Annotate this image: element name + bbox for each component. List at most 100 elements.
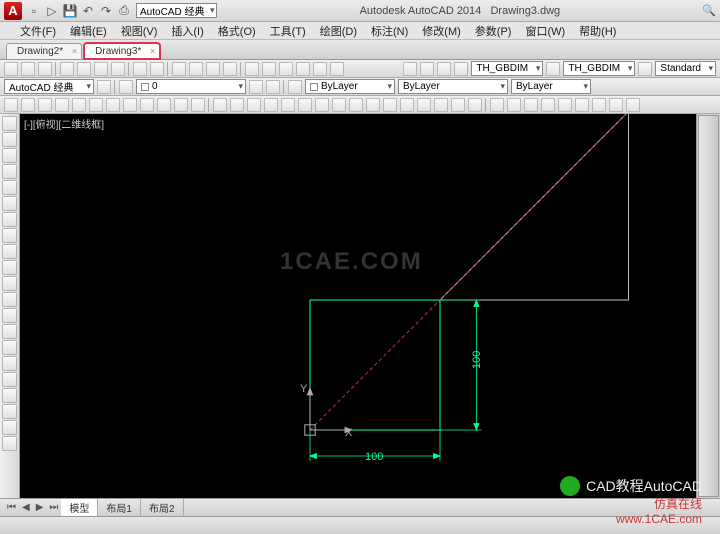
block-button[interactable] [157,98,171,112]
workspace-settings-button[interactable] [97,80,111,94]
undo-button[interactable] [133,62,147,76]
menu-view[interactable]: 视图(V) [115,23,164,39]
offset-button[interactable] [264,98,278,112]
dim-aligned-button[interactable] [420,62,434,76]
tab-prev-icon[interactable]: ◀ [19,502,33,513]
rectangle-tool[interactable] [2,180,17,195]
ellipse-arc-tool[interactable] [2,276,17,291]
rectangle-button[interactable] [72,98,86,112]
text-button[interactable] [638,62,652,76]
chamfer-button[interactable] [434,98,448,112]
point-tool[interactable] [2,324,17,339]
doc-tab-drawing2[interactable]: Drawing2* × [6,43,82,59]
menu-draw[interactable]: 绘图(D) [314,23,363,39]
cut-button[interactable] [60,62,74,76]
osnap-nea-button[interactable] [592,98,606,112]
save-icon[interactable]: 💾 [62,3,78,19]
hatch-tool[interactable] [2,340,17,355]
print-icon[interactable]: ⎙ [116,3,132,19]
polyline-button[interactable] [21,98,35,112]
workspace-combo[interactable]: AutoCAD 经典 [4,79,94,94]
table-button[interactable] [174,98,188,112]
ellipse-tool[interactable] [2,260,17,275]
spline-tool[interactable] [2,244,17,259]
menu-parametric[interactable]: 参数(P) [469,23,518,39]
menu-window[interactable]: 窗口(W) [519,23,571,39]
circle-button[interactable] [38,98,52,112]
mirror-button[interactable] [247,98,261,112]
search-icon[interactable]: 🔍 [702,4,716,17]
zoom-previous-button[interactable] [223,62,237,76]
dim-radius-button[interactable] [454,62,468,76]
make-block-tool[interactable] [2,308,17,323]
sheetset-button[interactable] [296,62,310,76]
color-button[interactable] [288,80,302,94]
mtext-tool[interactable] [2,404,17,419]
menu-modify[interactable]: 修改(M) [416,23,467,39]
osnap-int-button[interactable] [541,98,555,112]
textstyle-combo[interactable]: Standard [655,61,716,76]
arc-button[interactable] [55,98,69,112]
stretch-button[interactable] [349,98,363,112]
hatch-button[interactable] [106,98,120,112]
osnap-none-button[interactable] [609,98,623,112]
region-tool[interactable] [2,372,17,387]
fillet-button[interactable] [451,98,465,112]
osnap-mid-button[interactable] [507,98,521,112]
dimstyle-combo-1[interactable]: TH_GBDIM [471,61,543,76]
scale-button[interactable] [332,98,346,112]
layer-props-button[interactable] [119,80,133,94]
menu-help[interactable]: 帮助(H) [573,23,622,39]
layer-state-button[interactable] [266,80,280,94]
new-icon[interactable]: ▫ [26,3,42,19]
move-button[interactable] [298,98,312,112]
model-viewport[interactable]: [-][俯视][二维线框] [20,114,696,498]
workspace-dropdown[interactable]: AutoCAD 经典 [136,3,217,18]
dim-linear-button[interactable] [403,62,417,76]
tab-first-icon[interactable]: ⏮ [4,502,19,513]
properties-button[interactable] [245,62,259,76]
linetype-combo[interactable]: ByLayer [398,79,508,94]
zoom-window-button[interactable] [206,62,220,76]
undo-icon[interactable]: ↶ [80,3,96,19]
doc-tab-drawing3[interactable]: Drawing3* × [84,43,160,59]
text-tool[interactable] [2,436,17,451]
app-logo-icon[interactable]: A [4,2,22,20]
osnap-end-button[interactable] [490,98,504,112]
vertical-scrollbar[interactable] [698,115,719,497]
tab-layout1[interactable]: 布局1 [98,499,141,516]
dim-update-button[interactable] [546,62,560,76]
osnap-cen-button[interactable] [524,98,538,112]
erase-button[interactable] [213,98,227,112]
tool-palettes-button[interactable] [279,62,293,76]
menu-file[interactable]: 文件(F) [14,23,62,39]
osnap-per-button[interactable] [558,98,572,112]
extend-button[interactable] [383,98,397,112]
drawing-canvas[interactable]: 100 100 X Y [20,114,696,498]
menu-insert[interactable]: 插入(I) [165,23,209,39]
lineweight-combo[interactable]: ByLayer [511,79,591,94]
trim-button[interactable] [366,98,380,112]
color-combo[interactable]: ByLayer [305,79,395,94]
quickcalc-button[interactable] [330,62,344,76]
matchprop-button[interactable] [111,62,125,76]
join-button[interactable] [417,98,431,112]
new-button[interactable] [4,62,18,76]
mtext-button[interactable] [191,98,205,112]
tab-next-icon[interactable]: ▶ [33,502,47,513]
paste-button[interactable] [94,62,108,76]
line-button[interactable] [4,98,18,112]
gradient-tool[interactable] [2,356,17,371]
dim-angular-button[interactable] [437,62,451,76]
design-center-button[interactable] [262,62,276,76]
tab-model[interactable]: 模型 [61,499,98,516]
markup-button[interactable] [313,62,327,76]
open-button[interactable] [21,62,35,76]
dimstyle-combo-2[interactable]: TH_GBDIM [563,61,635,76]
menu-format[interactable]: 格式(O) [212,23,262,39]
close-tab-icon[interactable]: × [72,46,77,56]
copy-button[interactable] [77,62,91,76]
pan-button[interactable] [172,62,186,76]
break-button[interactable] [400,98,414,112]
insert-block-tool[interactable] [2,292,17,307]
